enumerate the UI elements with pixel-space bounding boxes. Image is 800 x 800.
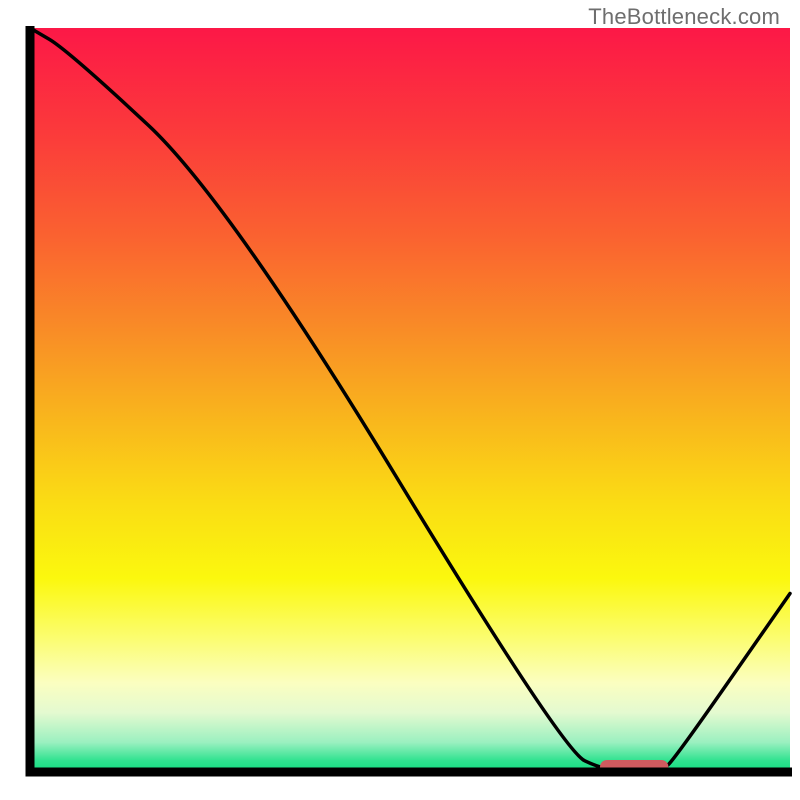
- chart-svg: [0, 0, 800, 800]
- bottleneck-chart: TheBottleneck.com: [0, 0, 800, 800]
- gradient-fill: [30, 28, 790, 772]
- watermark-text: TheBottleneck.com: [588, 4, 780, 30]
